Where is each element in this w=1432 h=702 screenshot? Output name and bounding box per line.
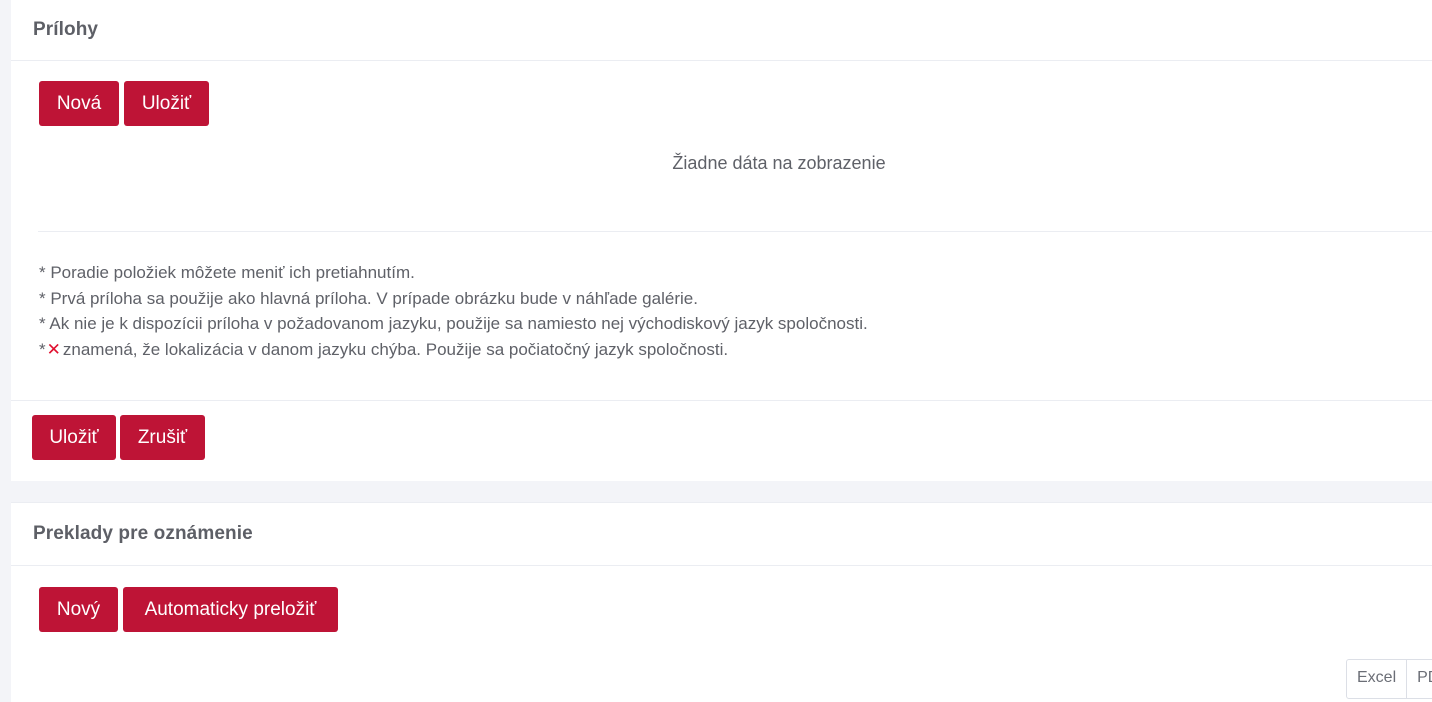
cancel-button[interactable]: Zrušiť: [120, 415, 205, 460]
note-missing-text: znamená, že lokalizácia v danom jazyku c…: [62, 339, 729, 359]
save-button[interactable]: Uložiť: [32, 415, 116, 460]
attachments-card: Prílohy Nová Uložiť Žiadne dáta na zobra…: [11, 0, 1432, 481]
empty-data-message: Žiadne dáta na zobrazenie: [672, 153, 886, 173]
translations-title: Preklady pre oznámenie: [33, 523, 253, 544]
attachment-notes: * Poradie položiek môžete meniť ich pret…: [39, 260, 868, 362]
close-x-icon: ✕: [46, 339, 61, 359]
auto-translate-button[interactable]: Automaticky preložiť: [123, 587, 338, 632]
note-default-language: * Ak nie je k dispozícii príloha v požad…: [39, 314, 868, 333]
save-attachments-button[interactable]: Uložiť: [124, 81, 209, 126]
export-pdf-button[interactable]: PDF: [1407, 660, 1432, 698]
translations-card: Preklady pre oznámenie Nový Automaticky …: [11, 502, 1432, 702]
new-translation-button[interactable]: Nový: [39, 587, 118, 632]
attachments-title: Prílohy: [33, 19, 99, 40]
export-excel-button[interactable]: Excel: [1347, 660, 1408, 698]
translations-header: Preklady pre oznámenie: [11, 502, 1432, 566]
note-missing-localization: *✕ znamená, že lokalizácia v danom jazyku…: [39, 337, 868, 363]
note-reorder: * Poradie položiek môžete meniť ich pret…: [39, 263, 415, 282]
export-button-group: Excel PDF: [1346, 659, 1432, 699]
new-attachment-button[interactable]: Nová: [39, 81, 119, 126]
note-prefix: *: [39, 339, 46, 359]
attachments-header: Prílohy: [11, 0, 1432, 61]
footer-divider: [11, 400, 1432, 401]
divider: [38, 231, 1432, 232]
note-main-attachment: * Prvá príloha sa použije ako hlavná prí…: [39, 288, 698, 308]
